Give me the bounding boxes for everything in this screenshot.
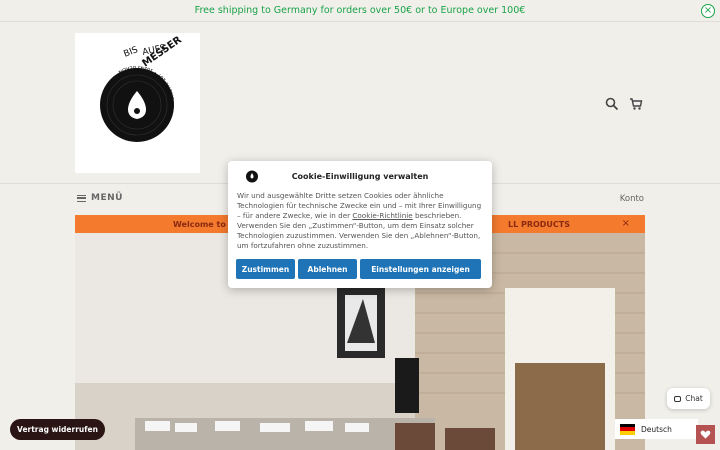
vinyl-logo-icon	[245, 168, 259, 183]
cookie-consent-dialog: Cookie-Einwilligung verwalten Wir und au…	[228, 161, 492, 288]
cookie-policy-link[interactable]: Cookie-Richtlinie	[352, 211, 412, 220]
settings-button[interactable]: Einstellungen anzeigen	[360, 259, 481, 279]
heart-icon[interactable]	[696, 425, 715, 444]
menu-button[interactable]: MENÜ	[77, 193, 123, 203]
chat-bubble-icon	[674, 395, 682, 402]
german-flag-icon	[620, 423, 635, 435]
language-label: Deutsch	[641, 424, 672, 434]
close-circle-icon[interactable]: ×	[701, 4, 715, 18]
cart-icon[interactable]	[629, 96, 643, 110]
record-logo-graphic: BIS AUFS MESSER RECORDSTORE & MAILORDER …	[98, 34, 184, 142]
store-logo[interactable]: BIS AUFS MESSER RECORDSTORE & MAILORDER …	[75, 33, 200, 173]
hamburger-icon	[77, 194, 86, 202]
menu-label: MENÜ	[91, 193, 123, 203]
language-selector[interactable]: Deutsch	[615, 419, 698, 439]
chat-label: Chat	[685, 394, 703, 403]
chat-button[interactable]: Chat	[667, 388, 710, 409]
promo-text-left: Welcome to B	[173, 219, 235, 229]
search-icon[interactable]	[605, 96, 619, 111]
promo-text-right: LL PRODUCTS	[507, 219, 570, 229]
account-link[interactable]: Konto	[620, 194, 644, 204]
accept-button[interactable]: Zustimmen	[236, 259, 295, 279]
announcement-text: Free shipping to Germany for orders over…	[194, 5, 526, 16]
withdraw-contract-button[interactable]: Vertrag widerrufen	[10, 419, 105, 440]
cookie-dialog-body: Wir und ausgewählte Dritte setzen Cookie…	[237, 191, 483, 251]
svg-text:BIS: BIS	[122, 45, 139, 60]
announcement-bar: Free shipping to Germany for orders over…	[0, 0, 720, 22]
promo-close-icon[interactable]: ×	[622, 218, 630, 229]
cookie-dialog-title: Cookie-Einwilligung verwalten	[291, 171, 429, 181]
reject-button[interactable]: Ablehnen	[298, 259, 357, 279]
